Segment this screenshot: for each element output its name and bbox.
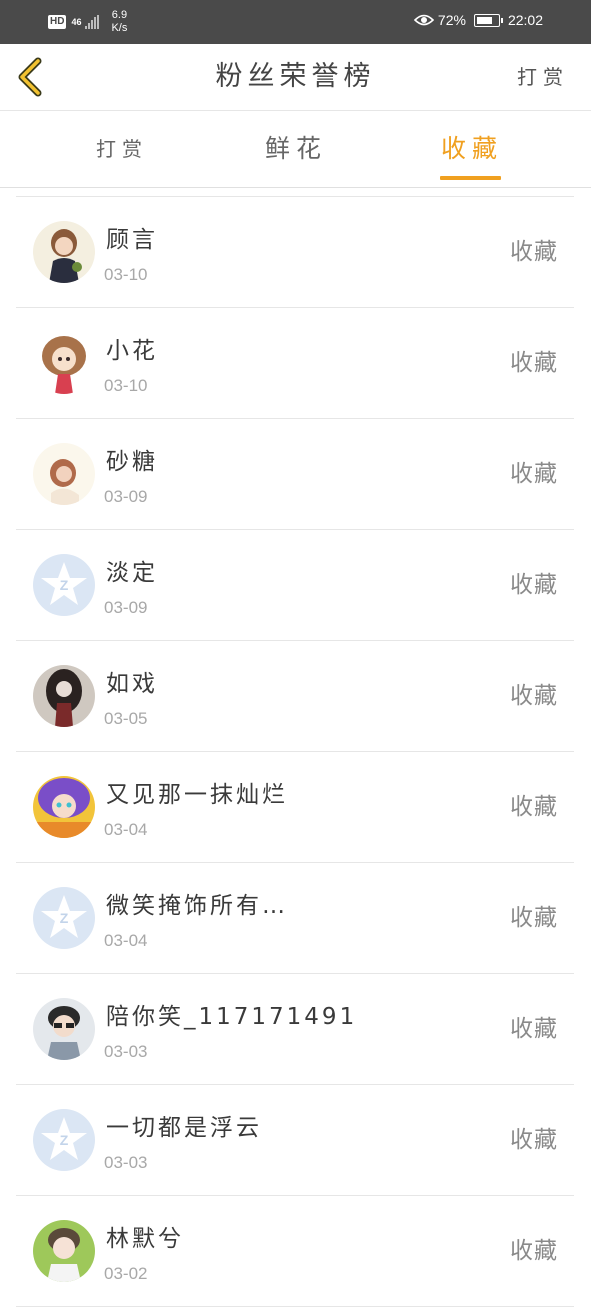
- fan-name: 小花: [106, 338, 158, 364]
- avatar[interactable]: [33, 1220, 95, 1282]
- avatar[interactable]: [33, 443, 95, 505]
- list-item[interactable]: Z 一切都是浮云 03-03 收藏: [16, 1085, 574, 1196]
- fan-date: 03-09: [104, 598, 148, 617]
- speed-value: 6.9: [111, 9, 128, 21]
- boy-glasses-avatar: [33, 998, 95, 1060]
- fan-name: 砂糖: [106, 449, 158, 475]
- battery-icon: [473, 13, 503, 27]
- fan-action: 收藏: [510, 1238, 558, 1264]
- fan-name: 林默兮: [106, 1226, 184, 1252]
- avatar[interactable]: [33, 998, 95, 1060]
- fan-name: 又见那一抹灿烂: [106, 782, 288, 808]
- page-title: 粉丝荣誉榜: [215, 61, 376, 92]
- fan-date: 03-09: [104, 487, 148, 506]
- default-qzone-avatar: Z: [33, 554, 95, 616]
- svg-text:Z: Z: [60, 1132, 69, 1148]
- fan-name: 淡定: [106, 560, 158, 586]
- fan-action: 收藏: [510, 683, 558, 709]
- header: 粉丝荣誉榜 打赏: [0, 44, 591, 111]
- list-item[interactable]: 又见那一抹灿烂 03-04 收藏: [16, 752, 574, 863]
- fan-action: 收藏: [510, 905, 558, 931]
- list-item[interactable]: 砂糖 03-09 收藏: [16, 419, 574, 530]
- hd-badge: HD: [48, 15, 67, 29]
- fan-list: 顾言 03-10 收藏 小花 03-10 收藏 砂糖 03-09 收藏 Z 淡定…: [16, 196, 574, 1307]
- battery-percent: 72%: [437, 12, 466, 28]
- fan-date: 03-02: [104, 1264, 148, 1283]
- fan-date: 03-04: [104, 931, 148, 950]
- fan-date: 03-05: [104, 709, 148, 728]
- fan-date: 03-03: [104, 1042, 148, 1061]
- fan-action: 收藏: [510, 1127, 558, 1153]
- network-speed: 6.9 K/s: [111, 9, 127, 35]
- list-item[interactable]: 小花 03-10 收藏: [16, 308, 574, 419]
- avatar[interactable]: Z: [33, 1109, 95, 1171]
- list-item[interactable]: 陪你笑_117171491 03-03 收藏: [16, 974, 574, 1085]
- fan-action: 收藏: [510, 350, 558, 376]
- list-item[interactable]: 如戏 03-05 收藏: [16, 641, 574, 752]
- svg-text:Z: Z: [60, 577, 69, 593]
- fan-action: 收藏: [510, 239, 558, 265]
- fan-date: 03-10: [104, 265, 148, 284]
- tab-reward[interactable]: 打赏: [62, 111, 182, 187]
- list-item[interactable]: Z 淡定 03-09 收藏: [16, 530, 574, 641]
- fan-date: 03-04: [104, 820, 148, 839]
- dark-girl-avatar: [33, 665, 95, 727]
- fan-name: 微笑掩饰所有…: [106, 893, 288, 919]
- avatar[interactable]: [33, 665, 95, 727]
- avatar[interactable]: [33, 332, 95, 394]
- reward-button[interactable]: 打赏: [517, 44, 569, 110]
- clock: 22:02: [507, 12, 543, 28]
- avatar[interactable]: [33, 776, 95, 838]
- status-left: HD 46 6.9 K/s: [48, 9, 127, 35]
- tab-flowers[interactable]: 鲜花: [236, 111, 356, 187]
- avatar[interactable]: Z: [33, 554, 95, 616]
- signal-icon: [85, 15, 100, 29]
- portrait-girl-avatar: [33, 443, 95, 505]
- fan-name: 陪你笑_117171491: [106, 1004, 358, 1030]
- default-qzone-avatar: Z: [33, 887, 95, 949]
- fan-date: 03-10: [104, 376, 148, 395]
- speed-unit: K/s: [111, 22, 128, 34]
- avatar[interactable]: [33, 221, 95, 283]
- fan-action: 收藏: [510, 461, 558, 487]
- fan-action: 收藏: [510, 1016, 558, 1042]
- anime-purple-avatar: [33, 776, 95, 838]
- default-qzone-avatar: Z: [33, 1109, 95, 1171]
- list-item[interactable]: 顾言 03-10 收藏: [16, 197, 574, 308]
- boy-green-avatar: [33, 1220, 95, 1282]
- svg-text:Z: Z: [60, 910, 69, 926]
- fan-name: 一切都是浮云: [106, 1115, 262, 1141]
- fan-date: 03-03: [104, 1153, 148, 1172]
- avatar[interactable]: Z: [33, 887, 95, 949]
- network-type: 46: [71, 17, 82, 27]
- eye-comfort-icon: [413, 14, 434, 26]
- status-bar: HD 46 6.9 K/s 72% 22:02: [0, 0, 591, 44]
- list-item[interactable]: 林默兮 03-02 收藏: [16, 1196, 574, 1307]
- status-right: 72% 22:02: [413, 12, 543, 28]
- fan-name: 如戏: [106, 671, 158, 697]
- chibi-girl-avatar: [33, 332, 95, 394]
- fan-action: 收藏: [510, 794, 558, 820]
- fan-action: 收藏: [510, 572, 558, 598]
- tab-bar: 打赏 鲜花 收藏: [0, 111, 591, 188]
- list-item[interactable]: Z 微笑掩饰所有… 03-04 收藏: [16, 863, 574, 974]
- fan-name: 顾言: [106, 227, 158, 253]
- girl-brown-hair-avatar: [33, 221, 95, 283]
- active-tab-indicator: [440, 176, 501, 180]
